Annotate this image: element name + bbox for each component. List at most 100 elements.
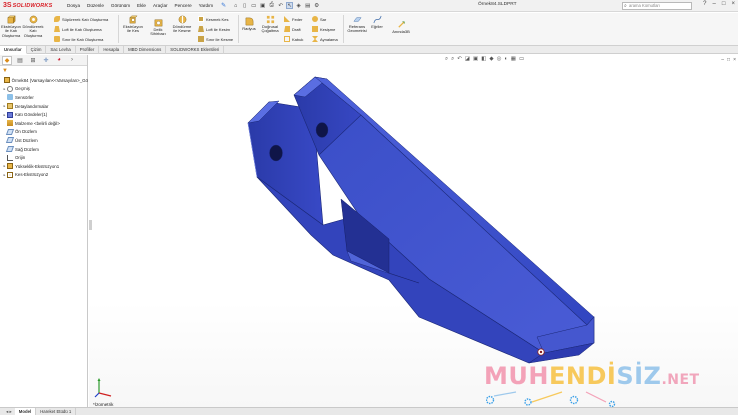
sweep-cut-button[interactable]: Kesmek Kes (198, 16, 228, 22)
fillet-button[interactable]: Radyus (240, 17, 258, 31)
menu-insert[interactable]: Ekle (137, 3, 146, 8)
display-manager-tab-icon[interactable]: ◕ (54, 56, 64, 65)
tab-model[interactable]: Model (14, 408, 37, 415)
panel-expand-icon[interactable]: › (67, 56, 77, 65)
window-controls: ? – □ × (703, 1, 735, 7)
mirror-button[interactable]: Aynalama (312, 36, 338, 42)
tab-sketch[interactable]: Çizim (27, 46, 47, 54)
intersect-button[interactable]: Kesişme (312, 26, 335, 32)
feature-tree-item[interactable]: ▸ Yükseklik-Ekstrüzyon1 (0, 162, 88, 171)
tab-motion-study[interactable]: Hareket Etüdü 1 (36, 408, 77, 415)
feature-tree-item[interactable]: ▸ Geçmiş (0, 85, 88, 94)
shell-button[interactable]: Kabuk (284, 36, 303, 42)
extrude-boss-label: Ekstrüzyon ile Katı Oluşturma (1, 24, 21, 38)
panel-splitter-handle[interactable] (89, 220, 92, 230)
feature-tree-item[interactable]: Üst Düzlem (0, 136, 88, 145)
property-manager-tab-icon[interactable]: ▤ (15, 56, 25, 65)
tab-sheet-metal[interactable]: Sac Levha (46, 46, 76, 54)
extrude-cut-icon (128, 15, 138, 24)
loft-cut-button[interactable]: Loft ile Kesim (198, 26, 230, 32)
boundary-boss-button[interactable]: Sınır ile Katı Oluşturma (54, 36, 103, 42)
tab-features[interactable]: Unsurlar (0, 46, 27, 54)
watermark-part-2: ENDİ (548, 362, 617, 390)
linear-pattern-button[interactable]: Doğrusal Çoğaltma (259, 15, 281, 34)
draft-button[interactable]: Draft (284, 26, 301, 32)
solid-body-icon (7, 111, 13, 118)
menu-help[interactable]: Yardım (199, 3, 213, 8)
instant3d-button[interactable]: Anında3B (389, 20, 413, 34)
front-hole (269, 144, 283, 162)
boundary-cut-button[interactable]: Sınır ile Kesme (198, 36, 233, 42)
search-commands-input[interactable]: ⌕ arama Komutları (622, 2, 692, 10)
revolve-boss-label: Döndürerek Katı Oluşturma (22, 24, 44, 38)
feature-tree-item[interactable]: Ön Düzlem (0, 128, 88, 137)
loft-boss-icon (54, 26, 60, 32)
open-icon[interactable]: ▭ (250, 2, 257, 9)
search-icon: ⌕ (624, 3, 627, 9)
solidworks-logo[interactable]: 3S SOLIDWORKS (3, 2, 61, 9)
menu-edit[interactable]: Düzenle (87, 3, 104, 8)
feature-tree-item[interactable]: Malzeme <belirli değil> (0, 119, 88, 128)
rib-button[interactable]: Feder (284, 16, 302, 22)
feature-tree-label: Geçmiş (15, 86, 30, 92)
wrap-icon (312, 16, 318, 22)
wrap-button[interactable]: Sar (312, 16, 326, 22)
dimxpert-tab-icon[interactable]: ✛ (41, 56, 51, 65)
close-button[interactable]: × (731, 1, 735, 7)
tab-weldments[interactable]: Profiller (76, 46, 100, 54)
undo-icon[interactable]: ↶ (277, 2, 284, 9)
loft-cut-icon (198, 26, 204, 32)
feature-tree-item[interactable]: Sağ Düzlem (0, 145, 88, 154)
menu-tools[interactable]: Araçlar (153, 3, 168, 8)
linear-pattern-icon (266, 15, 274, 24)
rib-label: Feder (292, 16, 303, 22)
feature-tree-label: Örnek84 (Varsayılan<<Varsayılan>_Gö (11, 77, 88, 83)
feature-tree-tab-icon[interactable]: ◆ (2, 55, 12, 65)
loft-boss-button[interactable]: Loft ile Katı Oluşturma (54, 26, 102, 32)
curves-button[interactable]: Eğriler (370, 15, 384, 29)
reference-geometry-button[interactable]: Referans Geometrisi (345, 15, 369, 34)
tab-mbd-dimensions[interactable]: MBD Dimensions (124, 46, 167, 54)
feature-tree-item[interactable]: ▸ Kes-Ekstrüzyon2 (0, 171, 88, 180)
revolve-boss-button[interactable]: Döndürerek Katı Oluşturma (22, 15, 44, 38)
options-icon[interactable]: ⚙ (313, 2, 320, 9)
maximize-button[interactable]: □ (722, 1, 726, 7)
configuration-manager-tab-icon[interactable]: ⊞ (28, 56, 38, 65)
feature-tree-label: Malzeme <belirli değil> (15, 120, 60, 126)
sweep-cut-label: Kesmek Kes (206, 16, 229, 22)
tab-evaluate[interactable]: Hesapla (99, 46, 125, 54)
new-document-icon[interactable]: ▯ (241, 2, 248, 9)
instant3d-icon (397, 21, 405, 28)
rebuild-icon[interactable]: ◈ (295, 2, 302, 9)
feature-tree-item[interactable]: Sensörler (0, 93, 88, 102)
revolve-cut-button[interactable]: Döndürme ile Kesme (171, 15, 193, 34)
tab-scroll-left-icon[interactable]: ◂ ▸ (6, 409, 12, 415)
ribbon-separator (118, 15, 119, 43)
menu-window[interactable]: Pencere (175, 3, 192, 8)
graphics-area[interactable]: ⌕ ⌕ ↶ ◪ ▣ ◧ ◆ ◎ ◐ ▦ ▭ – □ × *İzometrik (89, 55, 738, 407)
hole-wizard-button[interactable]: Delik Sihirbazı (147, 18, 169, 37)
home-icon[interactable]: ⌂ (232, 2, 239, 9)
tab-addins[interactable]: SOLIDWORKS Eklentileri (166, 46, 225, 54)
menu-file[interactable]: Dosya (67, 3, 80, 8)
filter-icon[interactable]: ▼ (2, 68, 8, 74)
bottom-tab-bar: ◂ ▸ Model Hareket Etüdü 1 (0, 407, 738, 415)
select-icon[interactable]: ↖ (286, 2, 294, 9)
file-properties-icon[interactable]: ▤ (304, 2, 311, 9)
ds-logo-icon: 3S (3, 2, 12, 9)
feature-tree-item[interactable]: Örnek84 (Varsayılan<<Varsayılan>_Gö (0, 76, 88, 85)
extrude-boss-button[interactable]: Ekstrüzyon ile Katı Oluşturma (1, 15, 21, 38)
minimize-button[interactable]: – (713, 1, 716, 7)
feature-tree-item[interactable]: Orijin (0, 153, 88, 162)
sweep-boss-button[interactable]: Süpürerek Katı Oluşturma (54, 16, 108, 22)
feature-tree-item[interactable]: ▸ Katı Gövdeler(1) (0, 110, 88, 119)
menu-view[interactable]: Görünüm (111, 3, 130, 8)
help-icon[interactable]: ? (703, 1, 706, 7)
extrude-cut-button[interactable]: Ekstrüzyon ile Kes (121, 15, 145, 34)
part-model[interactable] (89, 55, 738, 407)
pin-menu-icon[interactable]: ✎ (221, 2, 226, 9)
feature-tree: Örnek84 (Varsayılan<<Varsayılan>_Gö ▸ Geçm… (0, 76, 88, 179)
save-icon[interactable]: ▣ (259, 2, 266, 9)
print-icon[interactable]: ⎙ (268, 2, 275, 9)
feature-tree-item[interactable]: ▸ Detaylandırmalar (0, 102, 88, 111)
